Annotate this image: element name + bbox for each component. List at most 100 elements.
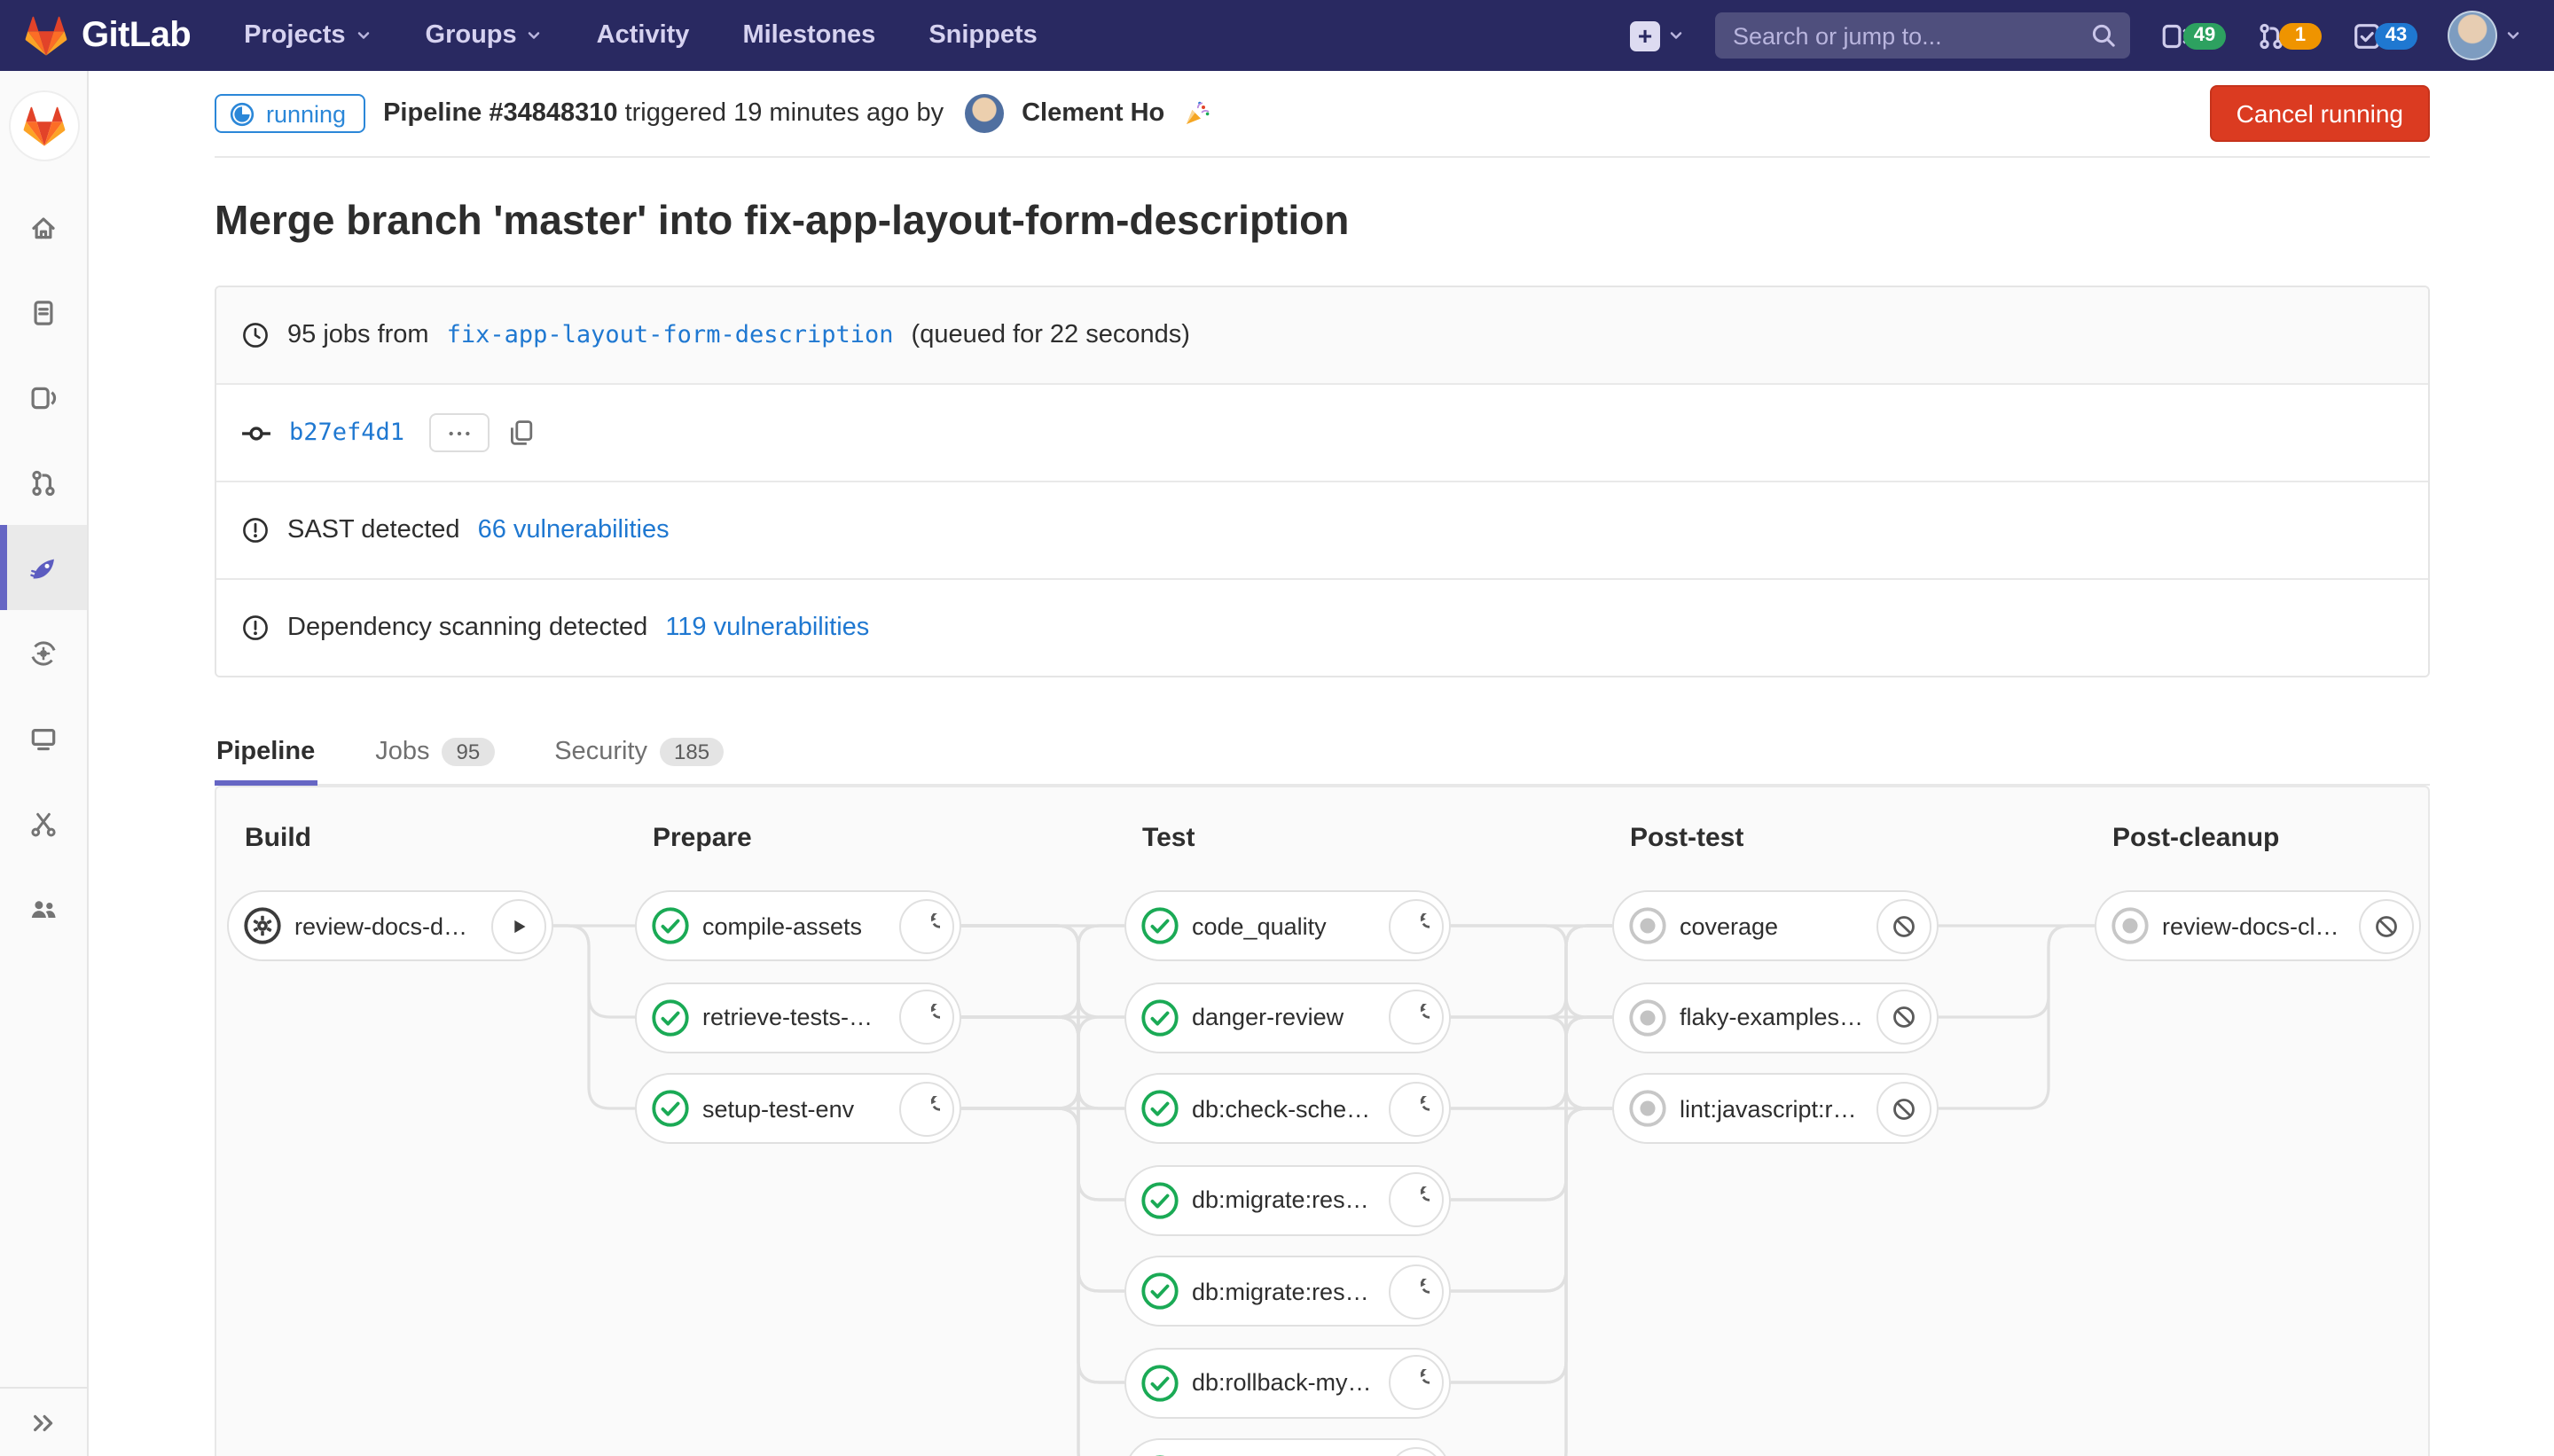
sidebar-item-pipelines[interactable] [0,525,87,610]
job-card[interactable]: review-docs-cl… [2095,890,2421,961]
global-search [1715,12,2130,59]
project-sidebar [0,71,89,1456]
status-success-icon [1140,1272,1179,1311]
job-card[interactable]: lint:javascript:r… [1612,1073,1939,1144]
retry-job-button[interactable] [1388,990,1443,1045]
tab-pipeline[interactable]: Pipeline [215,720,317,786]
retry-icon [1402,912,1429,939]
job-card[interactable]: compile-assets [635,890,961,961]
stage-title: Test [1142,823,1195,853]
sast-vulnerabilities-link[interactable]: 66 vulnerabilities [478,516,670,544]
job-card[interactable]: db:rollback… [1124,1438,1451,1456]
search-input[interactable] [1715,12,2130,59]
alert-circle-icon [241,614,270,642]
retry-icon [1402,1186,1429,1213]
nav-activity[interactable]: Activity [597,21,690,50]
stage-post-test: Post-test coverage flaky-examples… lint:… [1612,787,1939,1456]
cancel-job-button[interactable] [1876,990,1931,1045]
status-success-icon [1140,998,1179,1037]
retry-icon [1402,1095,1429,1122]
issues-counter[interactable]: 49 [2160,20,2226,51]
sidebar-item-merge-requests[interactable] [0,440,87,525]
retry-job-button[interactable] [1388,1264,1443,1319]
nav-groups[interactable]: Groups [426,21,544,50]
sidebar-item-environments[interactable] [0,695,87,780]
new-menu-button[interactable]: + [1630,20,1685,51]
gitlab-tanuki-logo-icon [22,106,65,146]
job-card[interactable]: danger-review [1124,982,1451,1053]
sidebar-item-issues[interactable] [0,355,87,440]
rocket-icon [28,552,59,583]
retry-job-button[interactable] [898,1081,953,1136]
nav-projects[interactable]: Projects [244,21,372,50]
copy-commit-button[interactable] [507,419,536,447]
todos-counter[interactable]: 43 [2352,20,2417,51]
status-success-icon [1140,1363,1179,1402]
stage-post-cleanup: Post-cleanup review-docs-cl… [2095,787,2421,1456]
dependency-vulnerabilities-link[interactable]: 119 vulnerabilities [665,614,869,642]
tab-security[interactable]: Security185 [552,720,725,786]
retry-job-button[interactable] [1388,1355,1443,1410]
play-job-button[interactable] [490,898,545,953]
top-navbar: GitLab Projects Groups Activity Mileston… [0,0,2554,71]
status-badge-running[interactable]: running [215,94,365,133]
cancel-job-button[interactable] [1876,898,1931,953]
chevron-down-icon [1667,27,1685,44]
pipeline-trigger-text: Pipeline #34848310 triggered 19 minutes … [383,99,944,128]
job-card[interactable]: retrieve-tests-… [635,982,961,1053]
retry-job-button[interactable] [1388,898,1443,953]
status-created-icon [1628,998,1667,1037]
retry-job-button[interactable] [898,990,953,1045]
gitlab-brand[interactable]: GitLab [25,15,191,56]
nav-snippets[interactable]: Snippets [928,21,1037,50]
status-success-icon [1140,1180,1179,1219]
sidebar-collapse-toggle[interactable] [0,1387,87,1456]
pipeline-info-box: 95 jobs from fix-app-layout-form-descrip… [215,286,2430,677]
nav-milestones[interactable]: Milestones [742,21,875,50]
job-card[interactable]: coverage [1612,890,1939,961]
job-card[interactable]: db:migrate:res… [1124,1164,1451,1235]
job-card[interactable]: review-docs-d… [227,890,553,961]
cancel-job-button[interactable] [2358,898,2413,953]
job-card[interactable]: flaky-examples… [1612,982,1939,1053]
sidebar-item-overview[interactable] [0,184,87,270]
sidebar-item-ci-cd[interactable] [0,610,87,695]
author-avatar[interactable] [965,94,1004,133]
author-name[interactable]: Clement Ho [1022,99,1164,128]
branch-link[interactable]: fix-app-layout-form-description [447,321,894,349]
cancel-job-button[interactable] [1876,1081,1931,1136]
status-created-icon [1628,906,1667,945]
jobs-count-pill: 95 [443,738,495,766]
commit-sha-link[interactable]: b27ef4d1 [289,419,404,447]
stage-title: Post-cleanup [2112,823,2279,853]
sidebar-item-members[interactable] [0,865,87,951]
cancel-running-button[interactable]: Cancel running [2210,85,2430,142]
retry-job-button[interactable] [1388,1446,1443,1456]
user-menu[interactable] [2448,11,2522,60]
project-avatar[interactable] [10,92,77,160]
retry-job-button[interactable] [898,898,953,953]
sidebar-item-snippets[interactable] [0,780,87,865]
retry-job-button[interactable] [1388,1081,1443,1136]
play-icon [505,912,531,939]
dependency-text: Dependency scanning detected [287,614,647,642]
sidebar-item-repository[interactable] [0,270,87,355]
job-card[interactable]: db:rollback-my… [1124,1347,1451,1418]
commit-icon [241,418,271,448]
merge-requests-counter[interactable]: 1 [2256,20,2322,51]
security-count-pill: 185 [660,738,724,766]
ban-icon [1890,912,1916,939]
dependency-info-row: Dependency scanning detected 119 vulnera… [216,578,2428,676]
stage-title: Post-test [1630,823,1743,853]
stage-test: Test code_quality danger-review db:check… [1124,787,1451,1456]
party-popper-icon [1182,99,1210,128]
retry-job-button[interactable] [1388,1172,1443,1227]
job-card[interactable]: setup-test-env [635,1073,961,1144]
tab-jobs[interactable]: Jobs95 [373,720,496,786]
job-card[interactable]: db:migrate:res… [1124,1256,1451,1327]
stage-title: Build [245,823,311,853]
queued-text: (queued for 22 seconds) [912,321,1190,349]
job-card[interactable]: db:check-sche… [1124,1073,1451,1144]
commit-expand-button[interactable] [429,413,490,452]
job-card[interactable]: code_quality [1124,890,1451,961]
